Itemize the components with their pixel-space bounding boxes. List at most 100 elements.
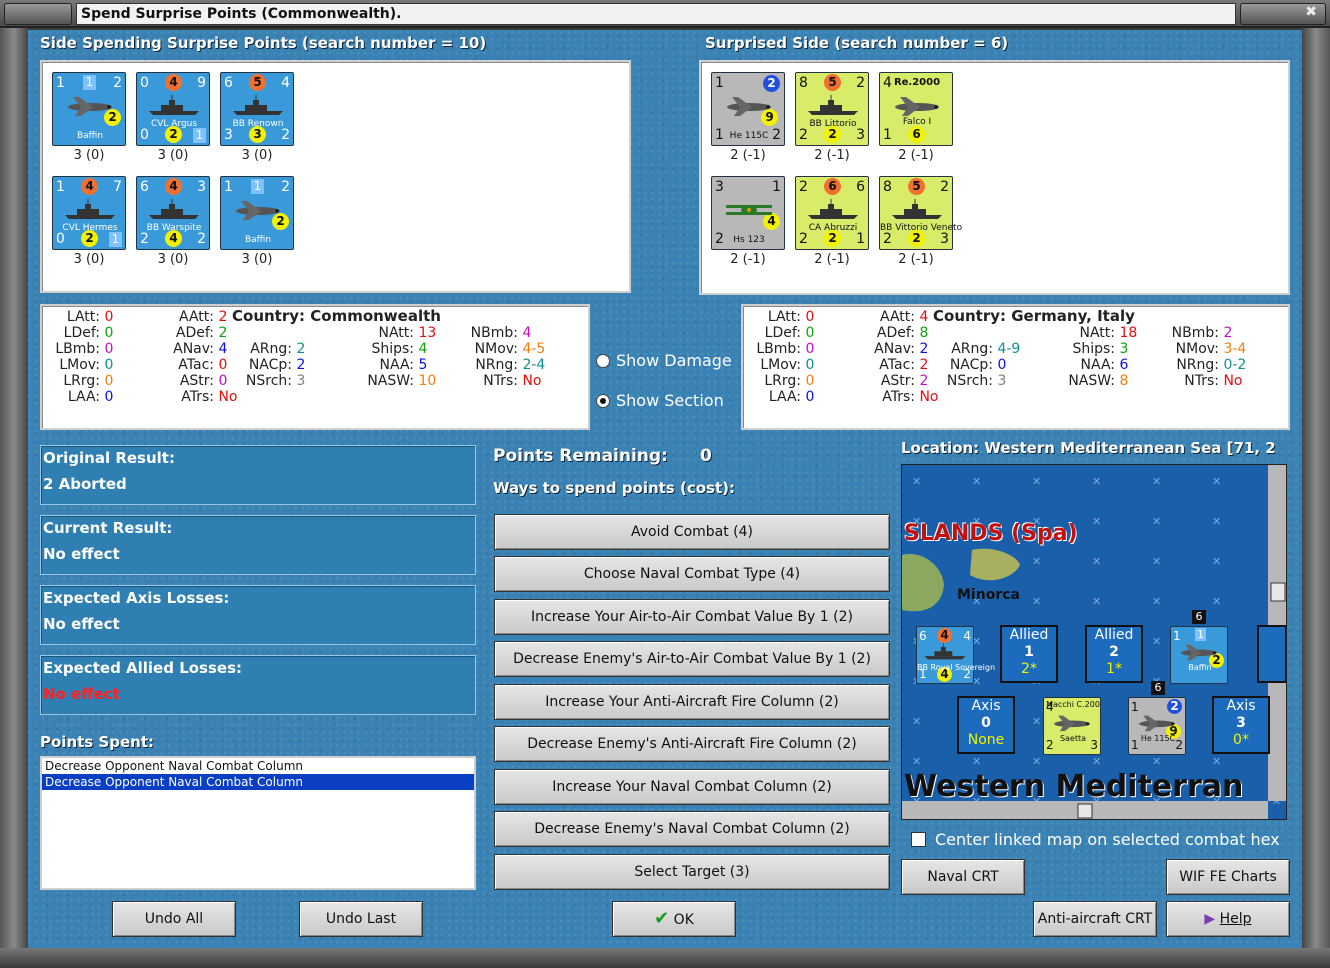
spend-option-button[interactable]: Avoid Combat (4) bbox=[494, 514, 890, 550]
stat-label: LAA: bbox=[67, 389, 100, 405]
spend-option-button[interactable]: Select Target (3) bbox=[494, 854, 890, 890]
axis-hex-1[interactable]: Axis 0 None bbox=[957, 696, 1015, 754]
aircraft-silhouette-icon bbox=[1054, 715, 1090, 732]
points-spent-list[interactable]: Decrease Opponent Naval Combat Column De… bbox=[40, 756, 476, 890]
stat-value: 2 bbox=[218, 309, 228, 325]
spend-option-button[interactable]: Choose Naval Combat Type (4) bbox=[494, 556, 890, 592]
unit-counter[interactable]: 4 1 6 Re.2000 Falco I bbox=[879, 72, 953, 146]
stat-value: No bbox=[218, 389, 238, 405]
stat-label: NMov: bbox=[1175, 341, 1219, 357]
aircraft-silhouette-icon bbox=[895, 97, 939, 116]
right-units-box: 1 1 2 2 9 He 115C 2 (-1) 8 2 2 3 5 2 BB Littorio 2 (-1… bbox=[699, 60, 1290, 295]
stat-row: NAtt: 18 bbox=[1043, 325, 1138, 341]
linked-map[interactable]: ✕ SLANDS (Spa) Minorca Allied 1 2* Allie… bbox=[901, 464, 1287, 820]
stat-row: NTrs: No bbox=[1153, 373, 1242, 389]
allied-hex-2[interactable]: Allied 2 1* bbox=[1085, 625, 1143, 683]
stat-label: Ships: bbox=[371, 341, 414, 357]
window-frame-left bbox=[0, 28, 28, 948]
anti-aircraft-crt-button[interactable]: Anti-aircraft CRT bbox=[1033, 901, 1157, 937]
unit-counter[interactable]: 1 1 2 2 9 He 115C bbox=[711, 72, 785, 146]
show-damage-label[interactable]: Show Damage bbox=[616, 351, 732, 370]
help-book-icon: ▶ bbox=[1204, 911, 1216, 927]
stat-row: LAtt: 0 bbox=[44, 309, 114, 325]
unit-counter[interactable]: 8 2 2 3 5 2 BB Vittorio Veneto bbox=[879, 176, 962, 250]
stat-value: 0 bbox=[218, 357, 228, 373]
ok-button[interactable]: ✔ OK bbox=[612, 901, 736, 937]
unit-counter[interactable]: 2 6 2 1 6 2 CA Abruzzi bbox=[795, 176, 869, 250]
unit-counter[interactable]: 6 4 3 2 5 3 BB Renown bbox=[220, 72, 294, 146]
map-vertical-scrollbar[interactable] bbox=[1268, 465, 1286, 801]
unit-counter[interactable]: 3 1 2 4 Hs 123 bbox=[711, 176, 785, 250]
unit-caption: 2 (-1) bbox=[730, 252, 766, 267]
stat-value: No bbox=[919, 389, 939, 405]
spend-option-button[interactable]: Decrease Enemy's Anti-Aircraft Fire Colu… bbox=[494, 726, 890, 762]
close-icon[interactable]: ✖ bbox=[1240, 3, 1326, 25]
help-button[interactable]: ▶ Help bbox=[1166, 901, 1290, 937]
map-unit-counter[interactable]: 1 1 2 2 9 He 115C bbox=[1128, 697, 1186, 755]
allied-hex-2-sub: 1* bbox=[1106, 661, 1122, 677]
undo-last-button[interactable]: Undo Last bbox=[299, 901, 423, 937]
stat-label: LAtt: bbox=[66, 309, 100, 325]
system-menu-button[interactable] bbox=[4, 3, 72, 25]
stat-label: LRrg: bbox=[764, 373, 801, 389]
spend-option-button[interactable]: Increase Your Air-to-Air Combat Value By… bbox=[494, 599, 890, 635]
map-unit-counter[interactable]: 6 4 1 2 4 4 BB Royal Sovereign bbox=[916, 626, 995, 684]
stat-label: ADef: bbox=[175, 325, 214, 341]
unit-value: 1 bbox=[56, 75, 65, 91]
unit-caption: 3 (0) bbox=[157, 252, 189, 267]
naval-crt-button[interactable]: Naval CRT bbox=[901, 859, 1025, 895]
spend-option-button[interactable]: Decrease Enemy's Air-to-Air Combat Value… bbox=[494, 641, 890, 677]
stat-row: NAA: 5 bbox=[342, 357, 428, 373]
stat-label: LMov: bbox=[760, 357, 801, 373]
original-result-label: Original Result: bbox=[43, 449, 175, 467]
allied-hex-1[interactable]: Allied 1 2* bbox=[1000, 625, 1058, 683]
unit-value: 2 bbox=[856, 75, 865, 91]
stat-value: 0 bbox=[997, 357, 1007, 373]
stat-value: 2 bbox=[919, 341, 929, 357]
stat-label: AAtt: bbox=[179, 309, 214, 325]
stat-label: ATrs: bbox=[882, 389, 915, 405]
show-damage-radio[interactable] bbox=[596, 354, 610, 368]
unit-counter[interactable]: 1 7 0 1 4 2 CVL Hermes bbox=[52, 176, 126, 250]
country-row: Country: Commonwealth bbox=[232, 308, 441, 324]
allied-hex-2-number: 2 bbox=[1109, 644, 1119, 660]
unit-square-value: 1 bbox=[251, 179, 264, 194]
map-horizontal-scrollbar[interactable] bbox=[902, 801, 1268, 819]
unit-counter[interactable]: 1 2 1 2 Baffin bbox=[220, 176, 294, 250]
spend-option-button[interactable]: Decrease Enemy's Naval Combat Column (2) bbox=[494, 811, 890, 847]
unit-counter[interactable]: 6 3 2 2 4 4 BB Warspite bbox=[136, 176, 210, 250]
stat-value: 0 bbox=[104, 373, 114, 389]
map-unit-counter[interactable]: 1 1 2 Baffin bbox=[1170, 626, 1228, 684]
unit-name: He 115C bbox=[1140, 734, 1176, 743]
unit-value: 3 bbox=[715, 179, 724, 195]
unit-value-circle: 4 bbox=[937, 628, 952, 643]
show-section-radio[interactable] bbox=[596, 394, 610, 408]
center-linked-checkbox[interactable] bbox=[911, 832, 926, 847]
show-section-label[interactable]: Show Section bbox=[616, 391, 724, 410]
map-unit-counter[interactable]: 4 2 3 Macchi C.200 Saetta bbox=[1043, 697, 1101, 755]
unit-value-circle: 2 bbox=[763, 75, 780, 92]
unit-counter[interactable]: 0 9 0 1 4 2 CVL Argus bbox=[136, 72, 210, 146]
spend-option-button[interactable]: Increase Your Anti-Aircraft Fire Column … bbox=[494, 684, 890, 720]
stat-value: 8 bbox=[1119, 373, 1129, 389]
allied-hex-1-title: Allied bbox=[1009, 627, 1049, 643]
stat-value: 13 bbox=[418, 325, 437, 341]
undo-all-button[interactable]: Undo All bbox=[112, 901, 236, 937]
spend-option-button[interactable]: Increase Your Naval Combat Column (2) bbox=[494, 769, 890, 805]
original-result-box: Original Result: 2 Aborted bbox=[40, 445, 476, 505]
unit-caption: 3 (0) bbox=[241, 252, 273, 267]
list-item[interactable]: Decrease Opponent Naval Combat Column bbox=[42, 774, 474, 790]
stat-label: NAA: bbox=[379, 357, 415, 373]
stat-row: NSrch: 3 bbox=[943, 373, 1006, 389]
unit-counter[interactable]: 1 2 1 2 Baffin bbox=[52, 72, 126, 146]
unit-counter[interactable]: 8 2 2 3 5 2 BB Littorio bbox=[795, 72, 869, 146]
stat-row: ATac: 2 bbox=[843, 357, 928, 373]
wif-fe-charts-button[interactable]: WIF FE Charts bbox=[1166, 859, 1290, 895]
list-item[interactable]: Decrease Opponent Naval Combat Column bbox=[42, 758, 474, 774]
stat-row: LBmb: 0 bbox=[745, 341, 814, 357]
help-label: Help bbox=[1219, 911, 1252, 927]
stat-label: NSrch: bbox=[946, 373, 993, 389]
axis-hex-2[interactable]: Axis 3 0* bbox=[1212, 696, 1270, 754]
axis-hex-1-title: Axis bbox=[971, 698, 1001, 714]
center-linked-label[interactable]: Center linked map on selected combat hex bbox=[935, 830, 1280, 849]
